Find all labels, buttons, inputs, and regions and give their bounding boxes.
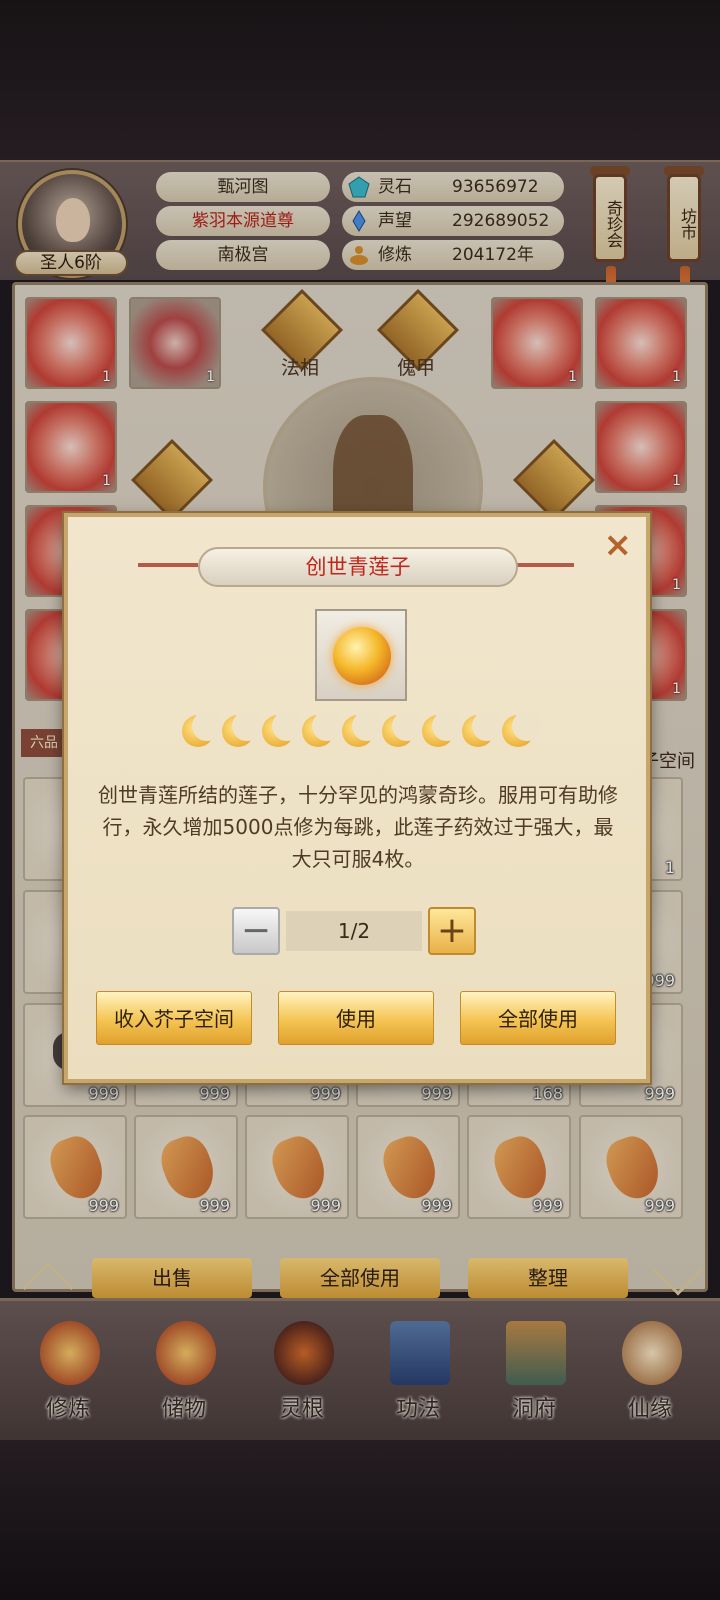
item-icon-frame [315, 609, 407, 701]
title-ornament-right [514, 563, 574, 567]
quantity-value: 1/2 [286, 911, 422, 951]
crescent-moon-icon [380, 711, 422, 749]
crescent-moon-icon [340, 711, 382, 749]
item-description: 创世青莲所结的莲子，十分罕见的鸿蒙奇珍。服用可有助修行，永久增加5000点修为每… [98, 783, 618, 871]
crescent-moon-icon [420, 711, 462, 749]
dialog-title: 创世青莲子 [305, 555, 411, 579]
item-detail-dialog: 创世青莲子 × 创世青莲所结的莲子，十分罕见的鸿蒙奇珍。服用可有助修行，永久增加… [64, 513, 650, 1083]
crescent-moon-icon [460, 711, 502, 749]
crescent-moon-icon [300, 711, 342, 749]
close-icon[interactable]: × [604, 525, 633, 565]
increase-quantity-button[interactable]: + [428, 907, 476, 955]
use-button[interactable]: 使用 [278, 991, 434, 1045]
crescent-moon-icon [220, 711, 262, 749]
dialog-title-bar: 创世青莲子 [198, 547, 518, 587]
crescent-moon-icon [180, 711, 222, 749]
use-all-button[interactable]: 全部使用 [460, 991, 616, 1045]
lotus-seed-icon [333, 627, 391, 685]
title-ornament-left [138, 563, 198, 567]
decrease-quantity-button[interactable]: − [232, 907, 280, 955]
store-in-space-button[interactable]: 收入芥子空间 [96, 991, 252, 1045]
crescent-moon-icon [260, 711, 302, 749]
crescent-moon-icon [500, 711, 542, 749]
quality-moons [180, 711, 542, 753]
